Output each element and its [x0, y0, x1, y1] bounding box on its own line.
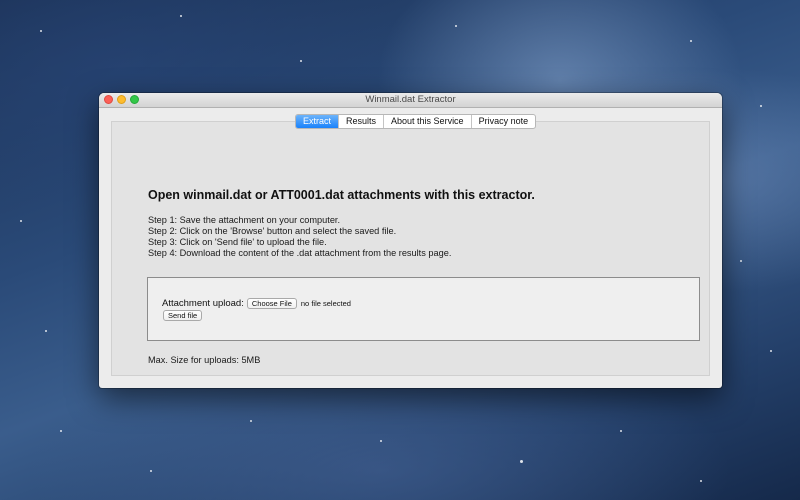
max-size-note: Max. Size for uploads: 5MB: [148, 355, 261, 365]
tab-privacy[interactable]: Privacy note: [470, 115, 536, 128]
tab-results[interactable]: Results: [338, 115, 383, 128]
tab-extract[interactable]: Extract: [296, 115, 339, 128]
step-3: Step 3: Click on 'Send file' to upload t…: [148, 237, 327, 247]
content-panel: Open winmail.dat or ATT0001.dat attachme…: [111, 121, 710, 376]
step-2: Step 2: Click on the 'Browse' button and…: [148, 226, 397, 236]
upload-form: Attachment upload: Choose File no file s…: [147, 277, 700, 341]
tab-bar: Extract Results About this Service Priva…: [295, 114, 537, 129]
upload-label: Attachment upload:: [162, 298, 244, 309]
file-status: no file selected: [300, 299, 351, 308]
step-1: Step 1: Save the attachment on your comp…: [148, 215, 341, 225]
title-bar[interactable]: Winmail.dat Extractor: [99, 93, 722, 108]
tab-about[interactable]: About this Service: [383, 115, 471, 128]
send-file-button[interactable]: Send file: [163, 310, 203, 321]
instruction-steps: Step 1: Save the attachment on your comp…: [148, 215, 451, 259]
upload-row: Attachment upload: Choose File no file s…: [162, 298, 351, 309]
choose-file-button[interactable]: Choose File: [246, 298, 297, 309]
step-4: Step 4: Download the content of the .dat…: [148, 248, 452, 258]
window-title: Winmail.dat Extractor: [365, 94, 456, 105]
page-heading: Open winmail.dat or ATT0001.dat attachme…: [148, 188, 535, 202]
app-window: Winmail.dat Extractor Extract Results Ab…: [99, 93, 722, 388]
